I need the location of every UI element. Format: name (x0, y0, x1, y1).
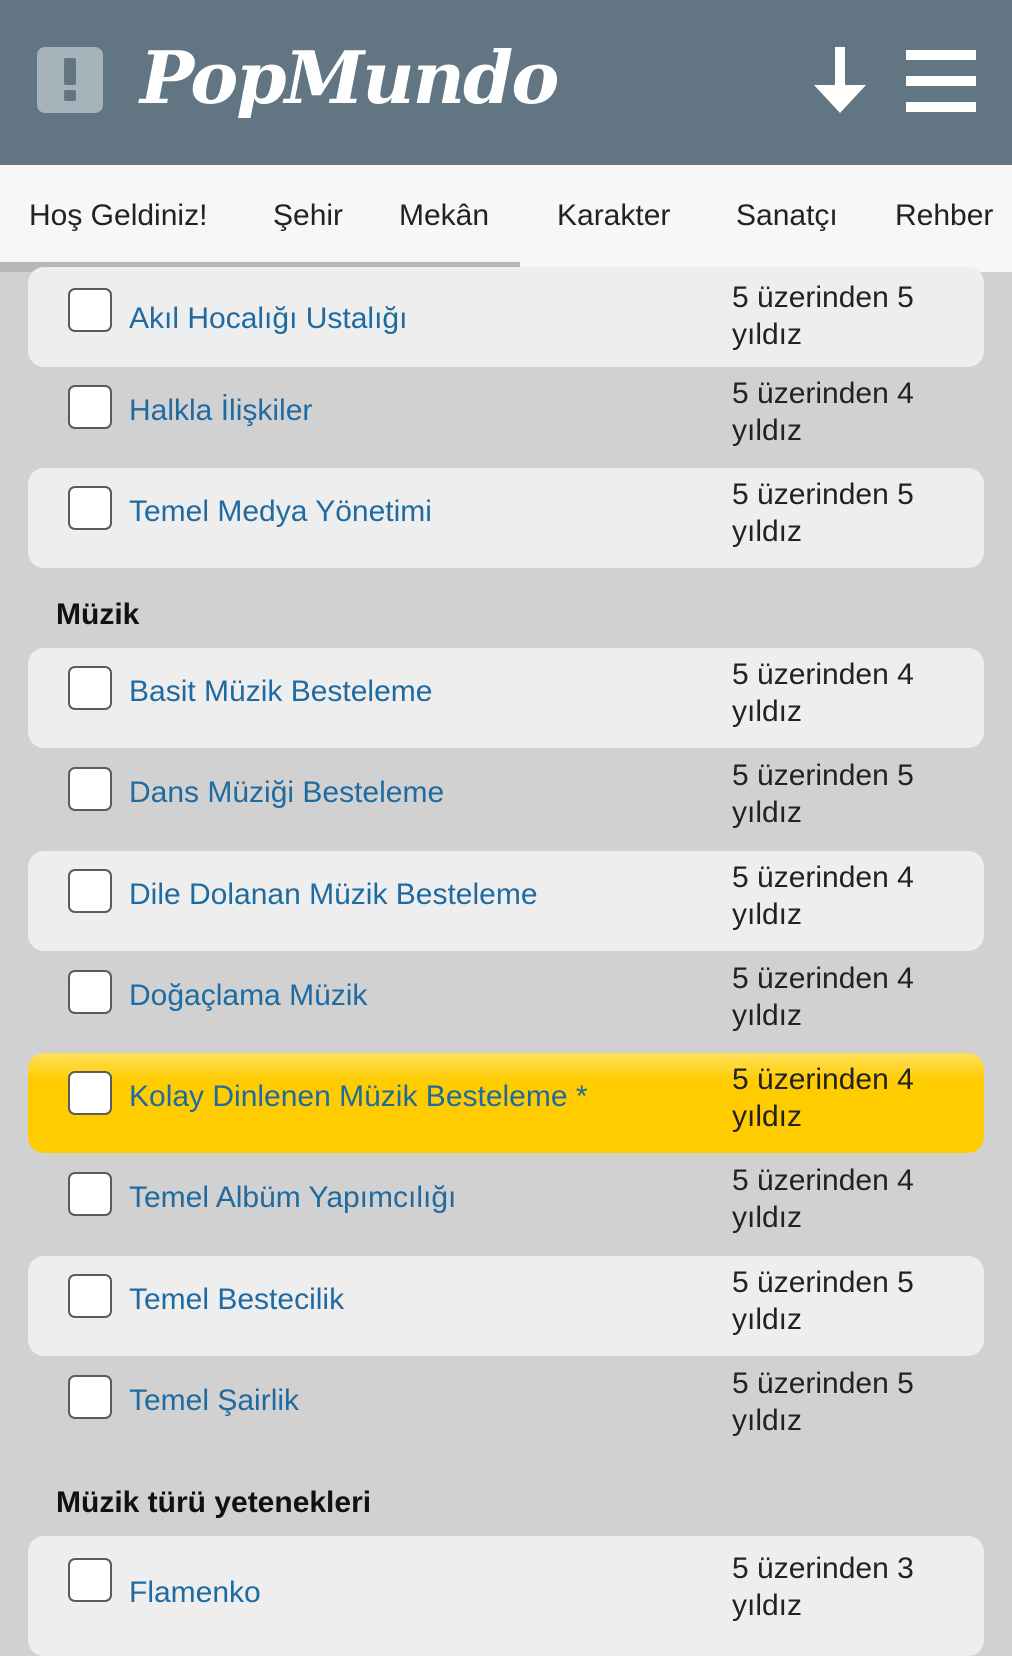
skill-rating: 5 üzerinden 4 yıldız (732, 658, 914, 728)
exclamation-icon (64, 58, 76, 101)
skill-link[interactable]: Dans Müziği Besteleme (129, 776, 444, 810)
hamburger-icon[interactable] (906, 48, 976, 114)
skill-row[interactable]: Dans Müziği Besteleme 5 üzerinden 5 yıld… (28, 749, 984, 849)
skill-row[interactable]: Dile Dolanan Müzik Besteleme 5 üzerinden… (28, 851, 984, 951)
section-heading-music: Müzik (56, 598, 140, 631)
download-arrow-icon[interactable] (810, 45, 870, 115)
skill-row[interactable]: Flamenko 5 üzerinden 3 yıldız (28, 1536, 984, 1656)
skill-link[interactable]: Kolay Dinlenen Müzik Besteleme * (129, 1080, 588, 1114)
main-tabs: Hoş Geldiniz! Şehir Mekân Karakter Sanat… (0, 165, 1012, 272)
top-bar: PopMundo (0, 0, 1012, 165)
skill-link[interactable]: Temel Bestecilik (129, 1283, 344, 1317)
skill-link[interactable]: Akıl Hocalığı Ustalığı (129, 302, 407, 336)
tab-city[interactable]: Şehir (273, 165, 343, 272)
tab-character[interactable]: Karakter (557, 165, 670, 272)
skill-link[interactable]: Temel Şairlik (129, 1384, 299, 1418)
skill-rating: 5 üzerinden 5 yıldız (732, 1367, 914, 1437)
skill-row[interactable]: Temel Bestecilik 5 üzerinden 5 yıldız (28, 1256, 984, 1356)
tab-welcome[interactable]: Hoş Geldiniz! (29, 165, 207, 272)
skill-checkbox[interactable] (68, 1375, 112, 1419)
skill-rating: 5 üzerinden 4 yıldız (732, 377, 914, 447)
skill-link[interactable]: Dile Dolanan Müzik Besteleme (129, 878, 538, 912)
skill-checkbox[interactable] (68, 288, 112, 332)
skill-link[interactable]: Temel Albüm Yapımcılığı (129, 1181, 456, 1215)
tab-guide[interactable]: Rehber (895, 165, 993, 272)
skill-row-highlighted[interactable]: Kolay Dinlenen Müzik Besteleme * 5 üzeri… (28, 1053, 984, 1153)
skill-row[interactable]: Doğaçlama Müzik 5 üzerinden 4 yıldız (28, 952, 984, 1052)
skill-link[interactable]: Halkla İlişkiler (129, 394, 312, 428)
skill-rating: 5 üzerinden 4 yıldız (732, 861, 914, 931)
skill-row[interactable]: Basit Müzik Besteleme 5 üzerinden 4 yıld… (28, 648, 984, 748)
skill-checkbox[interactable] (68, 1071, 112, 1115)
popmundo-logo[interactable]: PopMundo (140, 28, 559, 128)
skill-rating: 5 üzerinden 4 yıldız (732, 1063, 914, 1133)
skill-rating: 5 üzerinden 5 yıldız (732, 281, 914, 351)
skill-checkbox[interactable] (68, 486, 112, 530)
skill-checkbox[interactable] (68, 767, 112, 811)
skill-row[interactable]: Temel Şairlik 5 üzerinden 5 yıldız (28, 1357, 984, 1457)
skill-row[interactable]: Akıl Hocalığı Ustalığı 5 üzerinden 5 yıl… (28, 267, 984, 367)
skill-row[interactable]: Temel Medya Yönetimi 5 üzerinden 5 yıldı… (28, 468, 984, 568)
skill-row[interactable]: Temel Albüm Yapımcılığı 5 üzerinden 4 yı… (28, 1154, 984, 1254)
skill-row[interactable]: Halkla İlişkiler 5 üzerinden 4 yıldız (28, 367, 984, 467)
skill-checkbox[interactable] (68, 1172, 112, 1216)
section-heading-genre: Müzik türü yetenekleri (56, 1486, 372, 1519)
skill-link[interactable]: Flamenko (129, 1576, 261, 1610)
tab-venue[interactable]: Mekân (399, 165, 489, 272)
skill-checkbox[interactable] (68, 385, 112, 429)
skill-checkbox[interactable] (68, 1274, 112, 1318)
alert-button[interactable] (37, 47, 103, 113)
skill-rating: 5 üzerinden 3 yıldız (732, 1552, 914, 1622)
skill-rating: 5 üzerinden 4 yıldız (732, 1164, 914, 1234)
skill-rating: 5 üzerinden 5 yıldız (732, 478, 914, 548)
skill-rating: 5 üzerinden 5 yıldız (732, 1266, 914, 1336)
skill-link[interactable]: Basit Müzik Besteleme (129, 675, 432, 709)
tab-artist[interactable]: Sanatçı (736, 165, 838, 272)
skill-rating: 5 üzerinden 5 yıldız (732, 759, 914, 829)
skill-checkbox[interactable] (68, 970, 112, 1014)
skill-link[interactable]: Doğaçlama Müzik (129, 979, 367, 1013)
skill-checkbox[interactable] (68, 666, 112, 710)
skill-checkbox[interactable] (68, 1558, 112, 1602)
skill-rating: 5 üzerinden 4 yıldız (732, 962, 914, 1032)
skill-link[interactable]: Temel Medya Yönetimi (129, 495, 432, 529)
skill-checkbox[interactable] (68, 869, 112, 913)
